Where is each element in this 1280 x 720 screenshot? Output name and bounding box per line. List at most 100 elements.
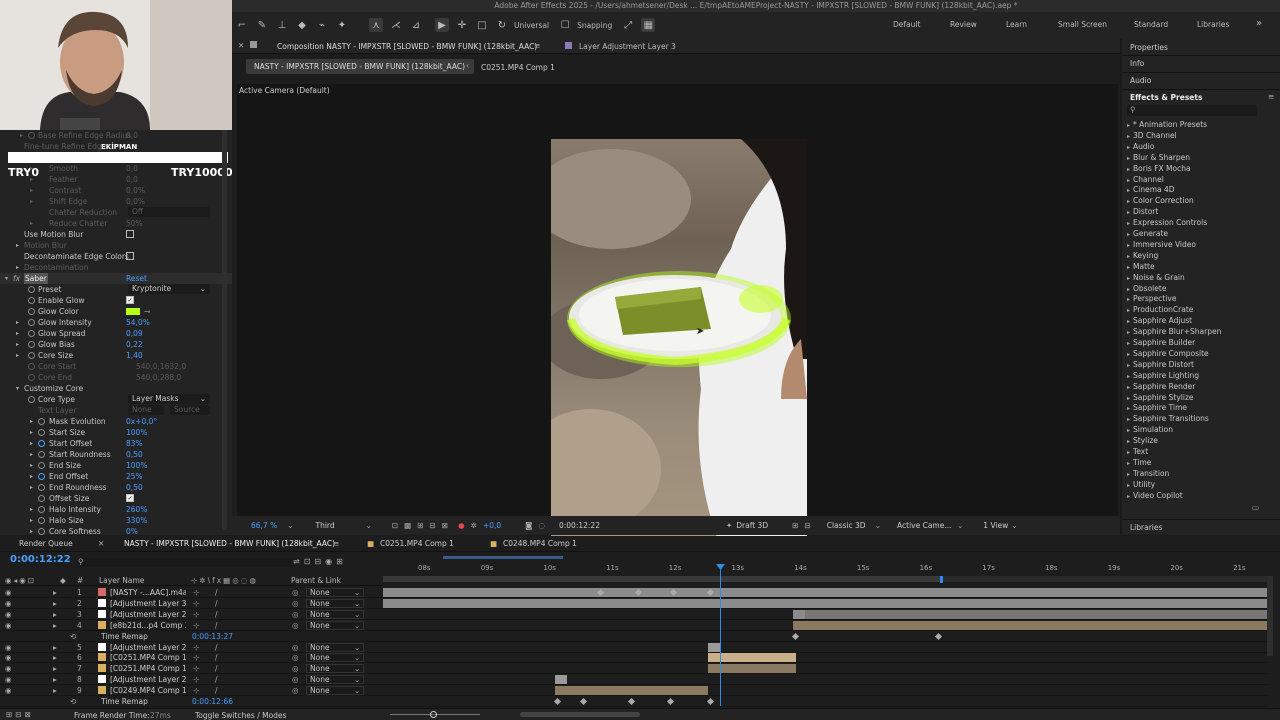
keyframe-icon[interactable] [553,697,562,706]
layer-row[interactable]: ⟲ Time Remap 0:00:12:66 [0,696,383,707]
expand-chevron-icon[interactable]: ▸ [1127,296,1130,303]
visibility-eye-icon[interactable]: ◉ [5,652,12,663]
universal-label[interactable]: Universal [514,21,549,30]
mask-icon[interactable]: ⊞ [417,521,423,530]
layer-row[interactable]: ◉ ▸ 4 [e8b21d...p4 Comp 3] ⊹ / ◎ None ⌄ [0,620,383,631]
shy-icon[interactable]: ⊹ [193,652,199,663]
selection-tool-icon[interactable]: ▶ [435,18,449,32]
shy-icon[interactable]: ⊹ [193,663,199,674]
layer-name[interactable]: [C0251.MP4 Comp 1] [110,652,186,663]
breadcrumb-sub-comp[interactable]: C0251.MP4 Comp 1 [481,63,555,72]
quality-icon[interactable]: / [215,663,218,674]
ec-row-feather[interactable]: ▸ Feather 0,0 [0,174,232,185]
effect-category[interactable]: ▸ Sapphire Lighting [1127,370,1199,381]
composition-tab[interactable]: Composition NASTY - IMPXSTR [SLOWED - BM… [277,42,537,51]
ec-row-glow-color[interactable]: Glow Color ⊸ [0,306,232,317]
expand-chevron-icon[interactable]: ▸ [1127,471,1130,478]
stamp-tool-icon[interactable]: ⊥ [275,18,289,32]
color-management-icon[interactable]: ✲ [471,521,477,530]
parent-chevron-icon[interactable]: ⌄ [354,642,360,653]
ec-row-start-roundness[interactable]: ▸ Start Roundness 0,50 [0,449,232,460]
layer-bar[interactable] [708,642,720,652]
expand-chevron-icon[interactable]: ▸ [1127,122,1130,129]
renderer-chevron-icon[interactable]: ⌄ [875,521,881,530]
toggle-switches-modes[interactable]: Toggle Switches / Modes [195,711,286,720]
shy-icon[interactable]: ⊹ [193,685,199,696]
new-folder-icon[interactable]: ▭ [1252,503,1259,512]
ec-row-core-end[interactable]: Core End 540,0,288,0 [0,372,232,383]
shape-tool-icon[interactable]: □ [475,18,489,32]
snapping-label[interactable]: Snapping [577,21,612,30]
expand-chevron-icon[interactable]: ▸ [1127,242,1130,249]
layer-row[interactable]: ◉ ▸ 7 [C0251.MP4 Comp 1] ⊹ / ◎ None ⌄ [0,663,383,675]
expand-chevron-icon[interactable]: ▸ [1127,405,1130,412]
layer-tab[interactable]: Layer Adjustment Layer 3 [579,42,676,51]
twirl-chevron-icon[interactable]: ▸ [53,598,57,609]
track-row[interactable] [383,652,1267,664]
layer-bar[interactable] [383,598,1267,608]
use-motion-blur-checkbox[interactable] [126,230,134,238]
layer-bar[interactable] [708,653,796,663]
effect-category[interactable]: ▸ Boris FX Mocha [1127,163,1191,174]
expand-chevron-icon[interactable]: ▸ [1127,231,1130,238]
eyedropper-icon[interactable]: ⊸ [144,306,150,317]
ec-row-mask-evolution[interactable]: ▸ Mask Evolution 0x+0,0° [0,416,232,427]
effect-category[interactable]: ▸ Audio [1127,141,1154,152]
ec-row-core-size[interactable]: ▸ Core Size 1,40 [0,350,232,361]
layer-row[interactable]: ◉ ▸ 6 [C0251.MP4 Comp 1] ⊹ / ◎ None ⌄ [0,652,383,664]
viewer-timecode[interactable]: 0:00:12:22 [559,521,600,530]
track-row[interactable] [383,620,1267,631]
layer-label-color[interactable] [98,664,106,673]
views-chevron-icon[interactable]: ⌄ [1011,521,1017,530]
ec-row-decontamination[interactable]: ▸ Decontamination [0,262,232,273]
time-remap-value[interactable]: 0:00:13:27 [192,631,233,642]
workspace-small-screen[interactable]: Small Screen [1058,20,1107,29]
parent-chevron-icon[interactable]: ⌄ [354,663,360,674]
layer-name[interactable]: [Adjustment Layer 3] [110,598,186,609]
effect-category[interactable]: ▸ Sapphire Adjust [1127,315,1192,326]
timeline-tab-c0248[interactable]: C0248.MP4 Comp 1 [503,536,577,551]
layer-name[interactable]: [C0249.MP4 Comp 1] [110,685,186,696]
quality-icon[interactable]: / [215,685,218,696]
layer-name[interactable]: [Adjustment Layer 2] [110,609,186,620]
layer-label-color[interactable] [98,686,106,695]
layer-search-input[interactable]: ⚲ [76,557,296,567]
fx-icon[interactable]: fx [13,273,20,284]
offset-size-checkbox[interactable]: ✓ [126,494,134,502]
layer-bar[interactable] [793,620,1267,630]
ec-row-use-motion-blur[interactable]: Use Motion Blur [0,229,232,240]
expand-chevron-icon[interactable]: ▸ [1127,460,1130,467]
snapshot-icon[interactable]: ◙ [525,521,532,530]
region-icon[interactable]: ⊡ [392,521,398,530]
shy-icon[interactable]: ⊹ [193,587,199,598]
visibility-eye-icon[interactable]: ◉ [5,674,12,685]
track-row[interactable] [383,685,1267,697]
timeline-tab-main[interactable]: NASTY - IMPXSTR [SLOWED - BMW FUNK] (128… [124,536,335,551]
expand-chevron-icon[interactable]: ▸ [1127,416,1130,423]
timeline-tab-c0251[interactable]: C0251.MP4 Comp 1 [380,536,454,551]
layer-label-color[interactable] [98,642,106,651]
workspace-libraries[interactable]: Libraries [1197,20,1229,29]
renderer-dropdown[interactable]: Classic 3D [827,521,875,530]
ec-row-enable-glow[interactable]: Enable Glow ✓ [0,295,232,306]
effect-category[interactable]: ▸ Transition [1127,468,1169,479]
ec-row-halo-intensity[interactable]: ▸ Halo Intensity 260% [0,504,232,515]
layer-row[interactable]: ◉ ▸ 1 [NASTY -...AAC].m4a] ⊹ / ◎ None ⌄ [0,587,383,598]
visibility-eye-icon[interactable]: ◉ [5,663,12,674]
shy-icon[interactable]: ⊹ [193,620,199,631]
workspace-default[interactable]: Default [893,20,920,29]
timeline-tab-menu-icon[interactable]: ≡ [333,536,339,551]
expand-chevron-icon[interactable]: ▸ [1127,264,1130,271]
effect-category[interactable]: ▸ Stylize [1127,435,1158,446]
effect-category[interactable]: ▸ Sapphire Composite [1127,348,1209,359]
workspace-review[interactable]: Review [950,20,977,29]
layer-name[interactable]: [C0251.MP4 Comp 1] [110,663,186,674]
pickwhip-icon[interactable]: ◎ [292,598,299,609]
guides-icon[interactable]: ⊟ [430,521,436,530]
workspace-standard[interactable]: Standard [1134,20,1168,29]
tab-menu-icon[interactable]: ≡ [534,41,540,50]
layer-bar[interactable] [555,675,567,685]
track-row[interactable] [383,696,1267,707]
effect-category[interactable]: ▸ ProductionCrate [1127,304,1193,315]
expand-chevron-icon[interactable]: ▸ [1127,253,1130,260]
